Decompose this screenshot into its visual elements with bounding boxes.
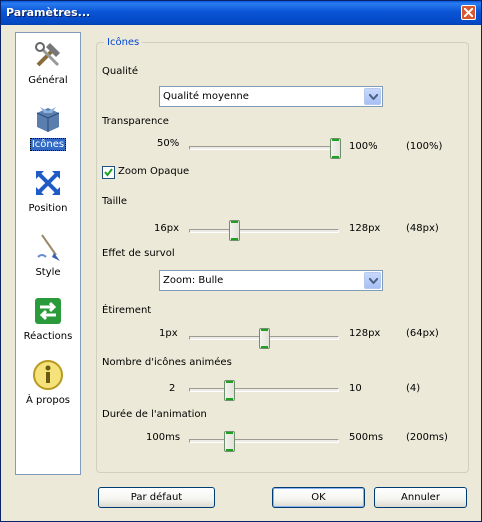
sidebar-item-style[interactable]: Style xyxy=(16,227,80,287)
category-sidebar: Général Icônes Position Style Réactions … xyxy=(15,32,81,475)
size-max: 128px xyxy=(349,223,381,234)
chevron-down-icon xyxy=(369,94,378,100)
stretch-current: (64px) xyxy=(406,328,439,339)
animated-icons-min: 2 xyxy=(169,383,176,394)
size-min: 16px xyxy=(154,223,179,234)
window-title: Paramètres... xyxy=(6,6,91,19)
size-track xyxy=(189,229,339,233)
animation-duration-current: (200ms) xyxy=(406,432,448,443)
group-title: Icônes xyxy=(104,37,143,48)
transparency-min: 50% xyxy=(157,138,180,149)
info-icon xyxy=(33,360,63,390)
animated-icons-slider[interactable] xyxy=(224,380,235,401)
transparency-max: 100% xyxy=(349,141,378,152)
transparency-label: Transparence xyxy=(102,116,169,127)
sidebar-item-label: Style xyxy=(35,267,61,278)
hover-effect-label: Effet de survol xyxy=(102,248,175,259)
transparency-current: (100%) xyxy=(406,141,443,152)
title-bar[interactable]: Paramètres... xyxy=(1,1,481,25)
settings-window: Paramètres... Général Icônes Position St… xyxy=(0,0,482,522)
animation-duration-min: 100ms xyxy=(146,432,181,443)
animation-duration-track xyxy=(189,439,339,443)
stretch-slider[interactable] xyxy=(259,328,270,349)
quality-value: Qualité moyenne xyxy=(163,91,249,102)
default-button[interactable]: Par défaut xyxy=(98,487,215,508)
animation-duration-max: 500ms xyxy=(349,432,384,443)
animated-icons-current: (4) xyxy=(406,383,421,394)
stretch-min: 1px xyxy=(159,328,178,339)
tools-icon xyxy=(35,42,60,67)
sidebar-item-label: À propos xyxy=(25,395,71,406)
transparency-slider[interactable] xyxy=(330,138,341,159)
stretch-max: 128px xyxy=(349,328,381,339)
sidebar-item-label: Icônes xyxy=(29,138,67,151)
sidebar-item-label: Réactions xyxy=(23,331,73,342)
close-icon xyxy=(464,8,473,17)
quality-select[interactable]: Qualité moyenne xyxy=(159,86,383,107)
close-button[interactable] xyxy=(461,5,476,20)
animated-icons-track xyxy=(189,388,339,392)
hover-effect-value: Zoom: Bulle xyxy=(163,275,224,286)
size-current: (48px) xyxy=(406,223,439,234)
sidebar-item-icons[interactable]: Icônes xyxy=(16,99,80,159)
zoom-opaque-label: Zoom Opaque xyxy=(118,166,190,177)
animation-duration-label: Durée de l'animation xyxy=(102,409,207,420)
sidebar-item-label: Général xyxy=(28,75,68,86)
animated-icons-label: Nombre d'icônes animées xyxy=(102,357,232,368)
sidebar-item-label: Position xyxy=(28,203,68,214)
swap-arrows-icon xyxy=(35,298,61,324)
chevron-down-icon xyxy=(369,278,378,284)
zoom-opaque-checkbox[interactable] xyxy=(102,166,115,179)
dropdown-button[interactable] xyxy=(364,88,381,105)
size-label: Taille xyxy=(102,196,128,207)
box-icon xyxy=(36,107,60,132)
transparency-track xyxy=(189,146,339,150)
brush-icon xyxy=(37,234,60,261)
cancel-button[interactable]: Annuler xyxy=(374,487,467,508)
hover-effect-select[interactable]: Zoom: Bulle xyxy=(159,270,383,291)
size-slider[interactable] xyxy=(229,220,240,241)
animation-duration-slider[interactable] xyxy=(224,431,235,452)
checkmark-icon xyxy=(104,168,113,177)
stretch-label: Étirement xyxy=(102,305,152,316)
sidebar-item-general[interactable]: Général xyxy=(16,35,80,95)
quality-label: Qualité xyxy=(102,66,138,77)
animated-icons-max: 10 xyxy=(349,383,362,394)
sidebar-item-position[interactable]: Position xyxy=(16,163,80,223)
sidebar-item-reactions[interactable]: Réactions xyxy=(16,291,80,351)
ok-button[interactable]: OK xyxy=(272,487,365,508)
move-arrows-icon xyxy=(36,171,60,195)
sidebar-item-about[interactable]: À propos xyxy=(16,355,80,415)
dropdown-button[interactable] xyxy=(364,272,381,289)
